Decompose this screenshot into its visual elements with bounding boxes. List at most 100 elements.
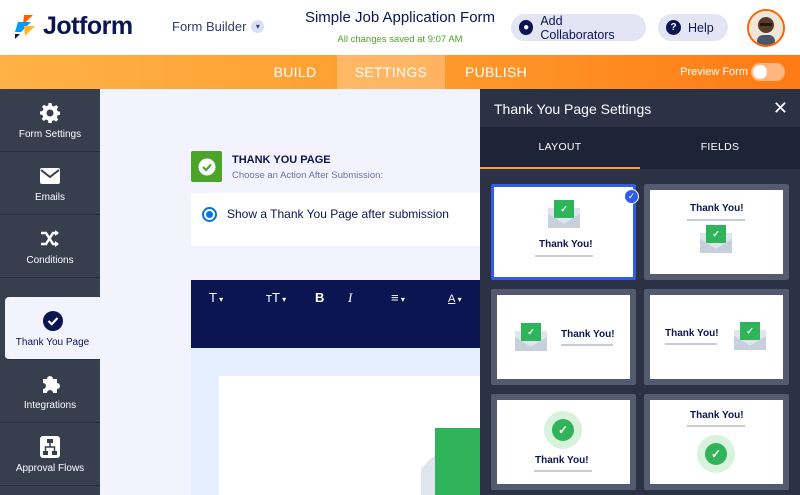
tab-build[interactable]: BUILD	[250, 55, 340, 89]
sidebar-item-conditions[interactable]: Conditions	[0, 215, 100, 278]
check-circle-icon: ✓	[697, 435, 735, 473]
thumbnail-title: Thank You!	[535, 455, 589, 466]
option-label[interactable]: Show a Thank You Page after submission	[227, 207, 449, 221]
chevron-down-icon: ▾	[251, 20, 265, 33]
add-collaborators-button[interactable]: ● Add Collaborators	[511, 13, 646, 42]
jotform-logo[interactable]: Jotform	[15, 11, 133, 41]
envelope-icon	[0, 164, 100, 188]
user-icon: ●	[519, 20, 534, 35]
editor-preview-area[interactable]	[191, 348, 480, 495]
section-title: THANK YOU PAGE	[232, 154, 331, 166]
sidebar-item-form-settings[interactable]: Form Settings	[0, 89, 100, 152]
sidebar-item-label: Thank You Page	[15, 337, 90, 348]
help-button[interactable]: ? Help	[658, 14, 728, 41]
envelope-icon: ✓	[548, 200, 580, 228]
check-circle-icon	[5, 309, 100, 333]
check-badge-icon	[191, 151, 222, 182]
sidebar-item-label: Emails	[34, 192, 65, 203]
sidebar-item-label: Approval Flows	[15, 463, 85, 474]
tab-publish[interactable]: PUBLISH	[450, 55, 542, 89]
tab-settings[interactable]: SETTINGS	[337, 55, 445, 89]
settings-sidebar: Form Settings Emails Conditions Thank Yo…	[0, 89, 100, 495]
rich-text-toolbar: T ▾ ᴛT ▾ B I ≡ ▾ A ▾	[191, 280, 480, 348]
settings-canvas: THANK YOU PAGE Choose an Action After Su…	[113, 89, 480, 495]
thumbnail-subtext	[687, 425, 745, 427]
thank-you-option-card[interactable]: Show a Thank You Page after submission	[191, 193, 480, 246]
logo-wordmark: Jotform	[43, 11, 133, 40]
builder-nav-bar: BUILD SETTINGS PUBLISH Preview Form	[0, 55, 800, 89]
thumbnail-title: Thank You!	[539, 239, 593, 250]
thumbnail-title: Thank You!	[561, 329, 615, 340]
chevron-down-icon: ▾	[279, 295, 287, 304]
layout-option-6[interactable]: Thank You! ✓	[644, 394, 789, 490]
italic-button[interactable]: I	[348, 290, 352, 306]
chevron-down-icon: ▾	[398, 295, 405, 304]
bold-button[interactable]: B	[315, 290, 324, 305]
text-style-button[interactable]: T ▾	[209, 290, 223, 305]
layout-thumbnail: ✓ Thank You!	[497, 295, 630, 379]
sidebar-item-label: Conditions	[26, 255, 74, 266]
tab-fields[interactable]: FIELDS	[640, 127, 800, 169]
chevron-down-icon: ▾	[455, 295, 462, 304]
flow-icon	[0, 435, 100, 459]
close-icon[interactable]: ✕	[773, 98, 788, 119]
help-icon: ?	[666, 20, 681, 35]
layout-option-1[interactable]: ✓ ✓ Thank You!	[491, 184, 639, 280]
save-status: All changes saved at 9:07 AM	[337, 34, 463, 45]
form-builder-label: Form Builder	[172, 19, 247, 34]
preview-form-toggle[interactable]	[751, 63, 785, 81]
layout-option-4[interactable]: Thank You! ✓	[644, 289, 789, 385]
thumbnail-title: Thank You!	[665, 328, 719, 339]
layout-option-5[interactable]: ✓ Thank You!	[491, 394, 636, 490]
text-size-button[interactable]: ᴛT ▾	[266, 290, 286, 305]
align-button[interactable]: ≡ ▾	[391, 290, 405, 305]
layout-option-2[interactable]: Thank You! ✓	[644, 184, 789, 280]
avatar[interactable]	[747, 9, 785, 47]
sidebar-item-label: Form Settings	[18, 129, 82, 140]
section-subtitle: Choose an Action After Submission:	[232, 170, 384, 181]
text-size-icon: ᴛT	[266, 290, 280, 305]
layout-thumbnail: Thank You! ✓	[650, 400, 783, 484]
sidebar-item-thank-you-page[interactable]: Thank You Page	[5, 297, 100, 360]
form-builder-dropdown[interactable]: Form Builder ▾	[172, 19, 265, 34]
shuffle-icon	[0, 227, 100, 251]
gear-icon	[0, 101, 100, 125]
align-icon: ≡	[391, 290, 399, 305]
chevron-down-icon: ▾	[216, 295, 224, 304]
envelope-icon: ✓	[734, 322, 766, 350]
layout-thumbnail: Thank You! ✓	[650, 190, 783, 274]
envelope-letter-illustration	[435, 428, 480, 495]
selected-check-icon: ✓	[624, 189, 639, 204]
thumbnail-title: Thank You!	[690, 410, 744, 421]
layout-thumbnail: ✓ Thank You!	[494, 187, 633, 277]
text-color-button[interactable]: A ▾	[448, 290, 462, 305]
layout-thumbnail: ✓ Thank You!	[497, 400, 630, 484]
tab-layout[interactable]: LAYOUT	[480, 127, 640, 169]
layout-option-3[interactable]: ✓ Thank You!	[491, 289, 636, 385]
help-label: Help	[688, 20, 714, 35]
layout-thumbnail: Thank You! ✓	[650, 295, 783, 379]
thank-you-settings-panel: Thank You Page Settings ✕ LAYOUT FIELDS …	[480, 89, 800, 495]
envelope-icon: ✓	[515, 323, 547, 351]
thumbnail-subtext	[687, 219, 745, 221]
radio-dot	[206, 211, 213, 218]
envelope-icon: ✓	[700, 225, 732, 253]
puzzle-icon	[0, 372, 100, 396]
thumbnail-subtext	[535, 255, 593, 257]
toggle-knob	[753, 65, 767, 79]
panel-tabs: LAYOUT FIELDS	[480, 127, 800, 169]
thumbnail-subtext	[534, 470, 592, 472]
check-circle-icon: ✓	[544, 411, 582, 449]
panel-title: Thank You Page Settings	[494, 101, 652, 117]
jotform-logo-icon	[15, 15, 35, 39]
sidebar-item-label: Integrations	[23, 400, 77, 411]
sidebar-item-integrations[interactable]: Integrations	[0, 360, 100, 423]
text-style-icon: T	[209, 290, 217, 305]
sidebar-item-emails[interactable]: Emails	[0, 152, 100, 215]
form-title[interactable]: Simple Job Application Form	[270, 9, 530, 26]
thumbnail-subtext	[561, 344, 613, 346]
add-collaborators-label: Add Collaborators	[540, 13, 615, 42]
sidebar-item-approval-flows[interactable]: Approval Flows	[0, 423, 100, 486]
top-header: Jotform Form Builder ▾ Simple Job Applic…	[0, 0, 800, 55]
option-radio[interactable]	[202, 207, 217, 222]
